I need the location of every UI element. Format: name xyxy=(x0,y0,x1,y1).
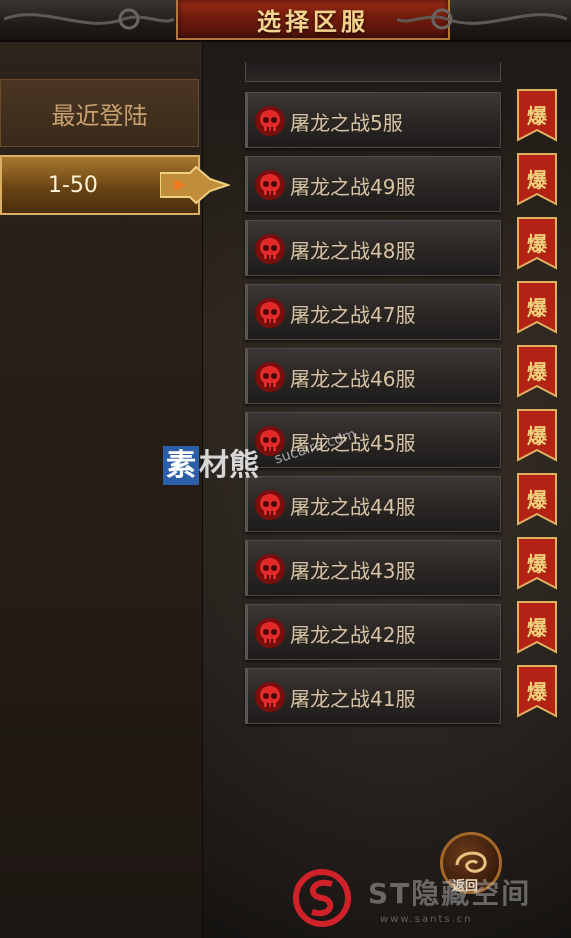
skull-icon xyxy=(255,490,285,520)
skull-icon xyxy=(255,682,285,712)
skull-icon xyxy=(255,618,285,648)
hot-badge-label: 爆 xyxy=(527,616,547,640)
server-name: 屠龙之战43服 xyxy=(290,559,416,583)
hot-badge-label: 爆 xyxy=(527,360,547,384)
tab-recent-login[interactable]: 最近登陆 xyxy=(0,79,199,147)
hot-badge-label: 爆 xyxy=(527,232,547,256)
hot-badge-label: 爆 xyxy=(527,296,547,320)
watermark-site-name: ST隐藏空间 xyxy=(368,877,532,910)
ornament-right-icon xyxy=(397,8,567,30)
server-item[interactable]: 屠龙之战46服 xyxy=(245,348,501,404)
hot-badge-label: 爆 xyxy=(527,424,547,448)
server-name: 屠龙之战47服 xyxy=(290,303,416,327)
watermark-brand-rest: 材熊 xyxy=(199,448,259,483)
skull-icon xyxy=(255,170,285,200)
skull-icon xyxy=(255,362,285,392)
skull-icon xyxy=(255,234,285,264)
ornament-left-icon xyxy=(4,8,174,30)
server-item[interactable]: 屠龙之战49服 xyxy=(245,156,501,212)
server-name: 屠龙之战42服 xyxy=(290,623,416,647)
server-item[interactable]: 屠龙之战43服 xyxy=(245,540,501,596)
server-name: 屠龙之战49服 xyxy=(290,175,416,199)
title-bar: 选择区服 xyxy=(0,0,571,42)
server-item[interactable]: 屠龙之战42服 xyxy=(245,604,501,660)
server-name: 屠龙之战5服 xyxy=(290,111,403,135)
skull-icon xyxy=(255,298,285,328)
watermark-logo-icon xyxy=(293,869,351,927)
watermark-brand: 素材熊 xyxy=(163,440,259,485)
watermark-brand-blue: 素 xyxy=(163,446,199,485)
page-title: 选择区服 xyxy=(257,7,369,36)
hot-badge-label: 爆 xyxy=(527,168,547,192)
server-item[interactable]: 屠龙之战44服 xyxy=(245,476,501,532)
server-name: 屠龙之战44服 xyxy=(290,495,416,519)
server-item[interactable]: 屠龙之战48服 xyxy=(245,220,501,276)
arrow-pointer-icon xyxy=(160,165,230,205)
skull-icon xyxy=(255,554,285,584)
list-item-partial xyxy=(245,62,501,82)
server-name: 屠龙之战48服 xyxy=(290,239,416,263)
watermark-site-url: www.sants.cn xyxy=(380,914,473,925)
hot-badge-label: 爆 xyxy=(527,488,547,512)
hot-badge-label: 爆 xyxy=(527,104,547,128)
server-item[interactable]: 屠龙之战41服 xyxy=(245,668,501,724)
hot-badge-label: 爆 xyxy=(527,552,547,576)
server-name: 屠龙之战46服 xyxy=(290,367,416,391)
server-item[interactable]: 屠龙之战47服 xyxy=(245,284,501,340)
server-name: 屠龙之战41服 xyxy=(290,687,416,711)
hot-badge-label: 爆 xyxy=(527,680,547,704)
skull-icon xyxy=(255,106,285,136)
server-item[interactable]: 屠龙之战5服 xyxy=(245,92,501,148)
